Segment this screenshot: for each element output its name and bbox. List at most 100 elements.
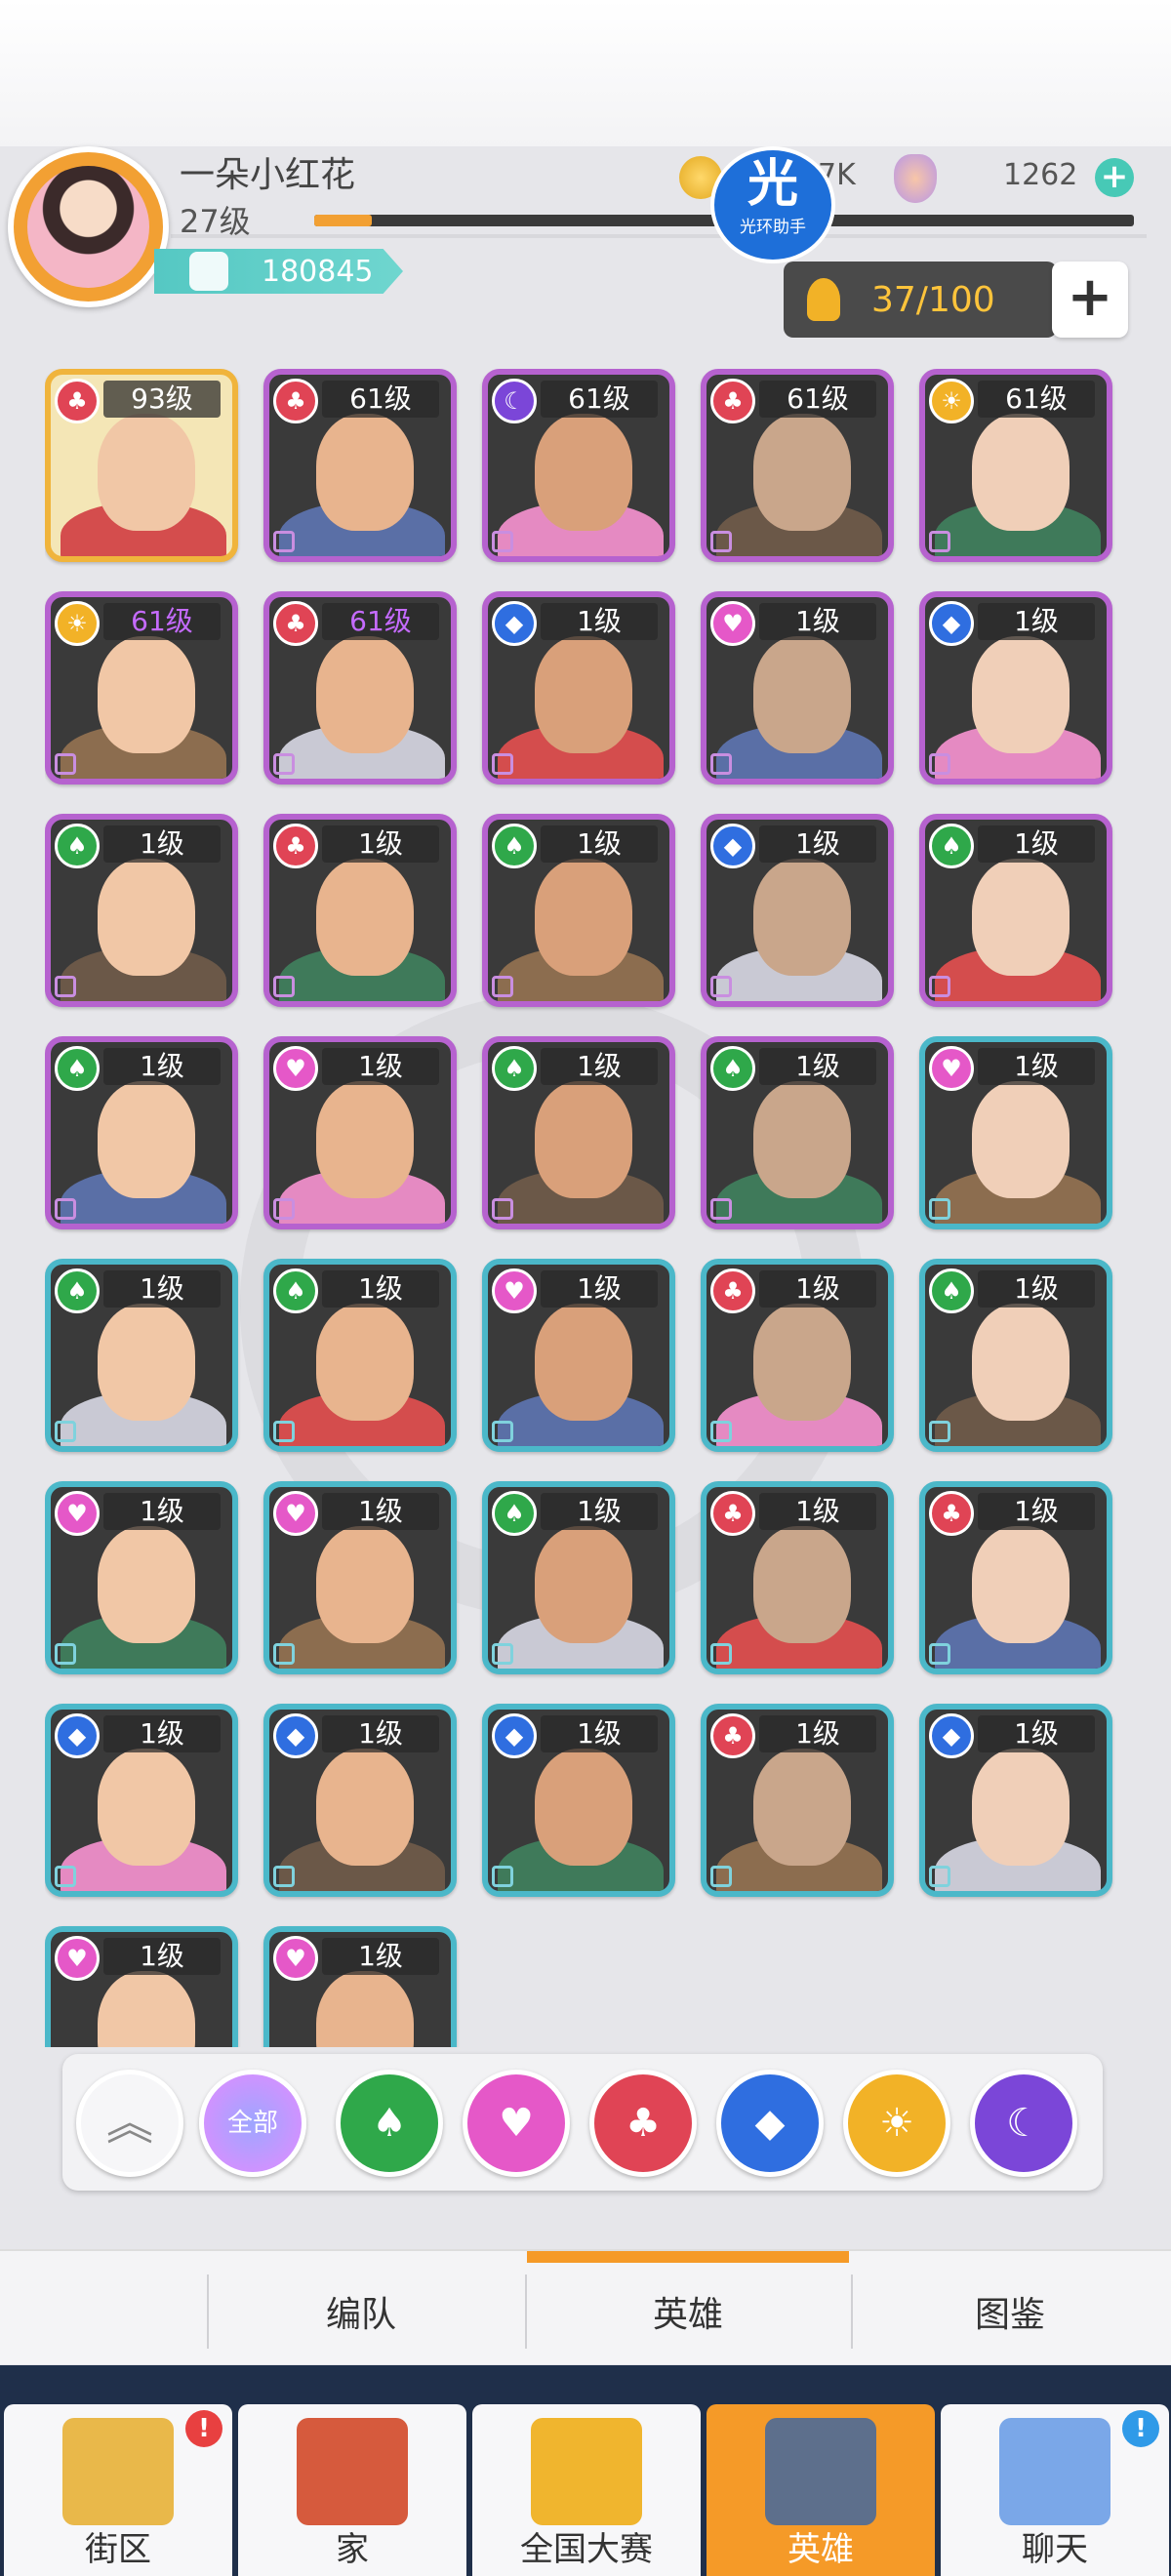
- hero-card[interactable]: ☾ 61级: [482, 369, 675, 562]
- hero-face: [316, 859, 414, 976]
- hero-level: 1级: [103, 1715, 221, 1752]
- suit-pink-icon: ♥: [273, 1936, 318, 1981]
- filter-all-button[interactable]: 全部: [199, 2070, 306, 2177]
- expand-capacity-button[interactable]: +: [1052, 262, 1128, 338]
- gem-icon: [894, 154, 937, 203]
- hero-level: 1级: [322, 1048, 439, 1085]
- hero-card[interactable]: ◆ 1级: [919, 591, 1112, 785]
- hero-card[interactable]: ◆ 1级: [263, 1704, 457, 1897]
- overlay-watermark[interactable]: 光 光环助手: [710, 146, 835, 263]
- power-badge: 180845: [154, 249, 403, 294]
- hero-card[interactable]: ♠ 1级: [701, 1036, 894, 1229]
- nav-cards[interactable]: 英雄: [707, 2404, 935, 2576]
- hero-level: 1级: [759, 825, 876, 863]
- nav-label: 家: [336, 2530, 369, 2569]
- nav-label: 英雄: [787, 2530, 854, 2569]
- hero-card[interactable]: ☀ 61级: [45, 591, 238, 785]
- hero-card[interactable]: ♣ 1级: [701, 1481, 894, 1674]
- hero-face: [535, 1304, 632, 1421]
- hero-level: 1级: [978, 1048, 1095, 1085]
- hero-card[interactable]: ♠ 1级: [919, 1259, 1112, 1452]
- frame-corner-icon: [929, 1421, 950, 1442]
- hero-tabs: 编队 英雄 图鉴: [0, 2249, 1171, 2364]
- hero-card[interactable]: ♠ 1级: [45, 814, 238, 1007]
- filter-moon-purple-icon[interactable]: ☾: [970, 2070, 1077, 2177]
- frame-corner-icon: [273, 531, 295, 552]
- hero-card[interactable]: ♠ 1级: [482, 1036, 675, 1229]
- hero-card[interactable]: ☀ 61级: [919, 369, 1112, 562]
- suit-blue-icon: ◆: [492, 1713, 537, 1758]
- filter-diamond-blue-icon[interactable]: ◆: [716, 2070, 824, 2177]
- hero-card[interactable]: ♠ 1级: [482, 814, 675, 1007]
- nav-chat-bubbles[interactable]: 聊天!: [941, 2404, 1169, 2576]
- frame-corner-icon: [492, 1866, 513, 1887]
- nav-label: 全国大赛: [520, 2530, 653, 2569]
- hero-face: [753, 1749, 851, 1866]
- hero-card[interactable]: ♥ 1级: [263, 1036, 457, 1229]
- header-divider: [171, 234, 1147, 238]
- hero-level: 1级: [322, 1493, 439, 1530]
- hero-card[interactable]: ♠ 1级: [919, 814, 1112, 1007]
- hero-card[interactable]: ♣ 1级: [919, 1481, 1112, 1674]
- suit-red-icon: ♣: [710, 1713, 755, 1758]
- hero-card[interactable]: ♠ 1级: [45, 1036, 238, 1229]
- tab-1[interactable]: 英雄: [527, 2251, 849, 2366]
- hero-card[interactable]: ◆ 1级: [482, 1704, 675, 1897]
- suit-green-icon: ♠: [492, 1046, 537, 1091]
- hero-card[interactable]: ♣ 93级: [45, 369, 238, 562]
- notification-badge: !: [185, 2410, 222, 2447]
- hero-card[interactable]: ♥ 1级: [919, 1036, 1112, 1229]
- hero-card[interactable]: ◆ 1级: [701, 814, 894, 1007]
- hero-card[interactable]: ♣ 1级: [263, 814, 457, 1007]
- hero-face: [753, 1526, 851, 1643]
- hero-card[interactable]: ♣ 1级: [701, 1259, 894, 1452]
- filter-club-red-icon[interactable]: ♣: [589, 2070, 697, 2177]
- player-avatar[interactable]: [8, 146, 169, 307]
- hero-card[interactable]: ♥ 1级: [45, 1926, 238, 2047]
- chat-bubbles-icon: [999, 2418, 1110, 2525]
- hero-card[interactable]: ♥ 1级: [701, 591, 894, 785]
- hero-face: [98, 1304, 195, 1421]
- hero-card[interactable]: ◆ 1级: [919, 1704, 1112, 1897]
- nav-signpost[interactable]: 街区!: [4, 2404, 232, 2576]
- suit-pink-icon: ♥: [273, 1046, 318, 1091]
- filter-heart-pink-icon[interactable]: ♥: [463, 2070, 570, 2177]
- hero-card[interactable]: ♠ 1级: [45, 1259, 238, 1452]
- frame-corner-icon: [492, 1643, 513, 1665]
- hero-card[interactable]: ♠ 1级: [263, 1259, 457, 1452]
- nav-house[interactable]: 家: [238, 2404, 466, 2576]
- hero-card[interactable]: ♥ 1级: [482, 1259, 675, 1452]
- hero-card[interactable]: ♣ 61级: [263, 591, 457, 785]
- frame-corner-icon: [710, 753, 732, 775]
- hero-face: [753, 1081, 851, 1198]
- hero-face: [972, 859, 1070, 976]
- suit-green-icon: ♠: [55, 1268, 100, 1313]
- hero-face: [316, 1749, 414, 1866]
- hero-card[interactable]: ♠ 1级: [482, 1481, 675, 1674]
- hero-card[interactable]: ♥ 1级: [263, 1926, 457, 2047]
- filter-spade-green-icon[interactable]: ♠: [336, 2070, 443, 2177]
- hero-level: 1级: [759, 603, 876, 640]
- hero-card[interactable]: ♣ 61级: [263, 369, 457, 562]
- filter-all-label: 全部: [226, 2109, 278, 2138]
- tab-separator: [525, 2274, 527, 2349]
- suit-green-icon: ♠: [273, 1268, 318, 1313]
- frame-corner-icon: [492, 1421, 513, 1442]
- hero-card[interactable]: ◆ 1级: [45, 1704, 238, 1897]
- double-chevron-up-icon[interactable]: ︽: [76, 2070, 183, 2177]
- tab-0[interactable]: 编队: [200, 2251, 522, 2366]
- hero-card[interactable]: ♥ 1级: [45, 1481, 238, 1674]
- nav-trophy[interactable]: 全国大赛: [472, 2404, 701, 2576]
- hero-card[interactable]: ◆ 1级: [482, 591, 675, 785]
- exp-bar-fill: [314, 215, 372, 226]
- hero-face: [753, 1304, 851, 1421]
- hero-card[interactable]: ♥ 1级: [263, 1481, 457, 1674]
- add-gems-button[interactable]: +: [1095, 158, 1134, 197]
- hero-card[interactable]: ♣ 61级: [701, 369, 894, 562]
- hero-level: 1级: [322, 825, 439, 863]
- hero-card[interactable]: ♣ 1级: [701, 1704, 894, 1897]
- hero-level: 1级: [322, 1270, 439, 1308]
- tab-2[interactable]: 图鉴: [849, 2251, 1171, 2366]
- filter-sun-gold-icon[interactable]: ☀: [843, 2070, 950, 2177]
- hero-face: [98, 636, 195, 753]
